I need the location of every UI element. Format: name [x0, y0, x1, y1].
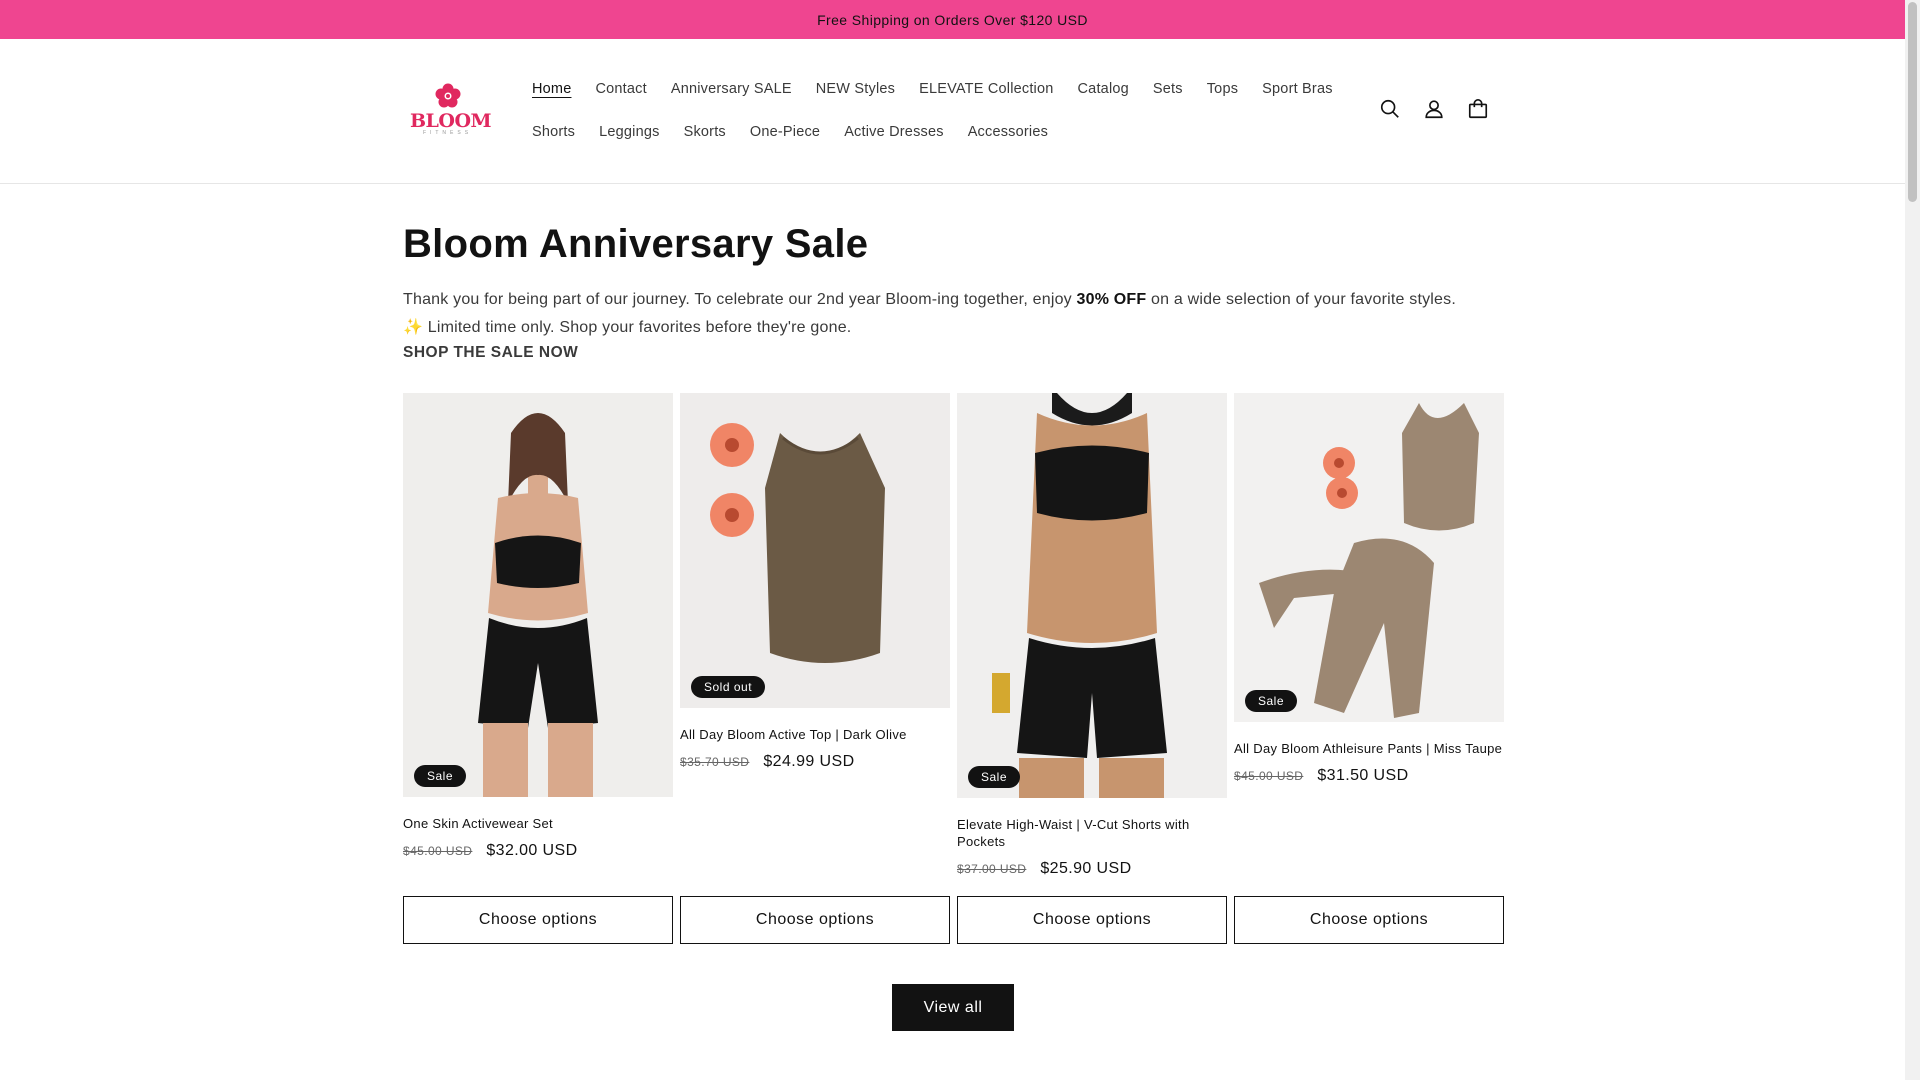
original-price: $35.70 USD — [680, 755, 750, 769]
nav-contact[interactable]: Contact — [583, 81, 658, 97]
nav-leggings[interactable]: Leggings — [587, 124, 671, 140]
product-prices: $35.70 USD $24.99 USD — [680, 753, 950, 771]
sale-price: $25.90 USD — [1040, 860, 1132, 877]
site-header: BLOOM FITNESS Home Contact Anniversary S… — [0, 39, 1905, 184]
choose-options-button[interactable]: Choose options — [1234, 896, 1504, 944]
announcement-bar: Free Shipping on Orders Over $120 USD — [0, 0, 1905, 39]
product-image[interactable]: Sale — [1234, 393, 1504, 722]
logo-text: BLOOM — [410, 110, 492, 132]
product-prices: $45.00 USD $31.50 USD — [1234, 767, 1504, 785]
nav-skorts[interactable]: Skorts — [672, 124, 738, 140]
product-name[interactable]: One Skin Activewear Set — [403, 815, 673, 832]
product-name[interactable]: Elevate High-Waist | V-Cut Shorts with P… — [957, 816, 1227, 850]
original-price: $37.00 USD — [957, 862, 1027, 876]
nav-tops[interactable]: Tops — [1195, 81, 1250, 97]
product-photo-model-black-set — [403, 393, 673, 797]
nav-shorts[interactable]: Shorts — [520, 124, 587, 140]
sale-badge: Sale — [414, 765, 467, 787]
sold-out-badge: Sold out — [691, 676, 766, 698]
nav-active-dresses[interactable]: Active Dresses — [832, 124, 956, 140]
product-photo-taupe-pants-set — [1234, 393, 1504, 722]
scrollbar-thumb[interactable] — [1908, 2, 1917, 202]
nav-elevate-collection[interactable]: ELEVATE Collection — [907, 81, 1065, 97]
nav-anniversary-sale[interactable]: Anniversary SALE — [659, 81, 804, 97]
search-icon[interactable] — [1378, 97, 1402, 121]
product-card[interactable]: Sold out All Day Bloom Active Top | Dark… — [680, 393, 950, 771]
product-photo-model-shorts — [957, 393, 1227, 798]
product-prices: $37.00 USD $25.90 USD — [957, 860, 1227, 878]
choose-options-button[interactable]: Choose options — [680, 896, 950, 944]
flower-logo-icon — [435, 83, 461, 108]
header-icons — [1378, 97, 1490, 121]
shop-now-heading: SHOP THE SALE NOW — [403, 344, 579, 361]
sale-description: Thank you for being part of our journey.… — [403, 286, 1456, 342]
account-icon[interactable] — [1422, 97, 1446, 121]
product-name[interactable]: All Day Bloom Active Top | Dark Olive — [680, 726, 950, 743]
announcement-text: Free Shipping on Orders Over $120 USD — [817, 11, 1088, 28]
product-photo-olive-top — [680, 393, 950, 708]
product-card[interactable]: Sale All Day Bloom Athleisure Pants | Mi… — [1234, 393, 1504, 785]
sale-price: $31.50 USD — [1317, 767, 1409, 784]
product-image[interactable]: Sold out — [680, 393, 950, 708]
sale-badge: Sale — [968, 766, 1021, 788]
sale-price: $24.99 USD — [763, 753, 855, 770]
description-line-2: ✨ Limited time only. Shop your favorites… — [403, 319, 852, 336]
main-nav-row-2: Shorts Leggings Skorts One-Piece Active … — [520, 124, 1340, 140]
main-nav-row-1: Home Contact Anniversary SALE NEW Styles… — [520, 81, 1340, 97]
product-image[interactable]: Sale — [403, 393, 673, 797]
nav-new-styles[interactable]: NEW Styles — [804, 81, 907, 97]
choose-options-button[interactable]: Choose options — [957, 896, 1227, 944]
product-image[interactable]: Sale — [957, 393, 1227, 798]
product-prices: $45.00 USD $32.00 USD — [403, 842, 673, 860]
product-card[interactable]: Sale One Skin Activewear Set $45.00 USD … — [403, 393, 673, 860]
nav-accessories[interactable]: Accessories — [956, 124, 1060, 140]
nav-home[interactable]: Home — [520, 81, 583, 97]
product-name[interactable]: All Day Bloom Athleisure Pants | Miss Ta… — [1234, 740, 1504, 757]
original-price: $45.00 USD — [403, 844, 473, 858]
cart-icon[interactable] — [1466, 97, 1490, 121]
product-card[interactable]: Sale Elevate High-Waist | V-Cut Shorts w… — [957, 393, 1227, 878]
logo-subtext: FITNESS — [422, 130, 473, 136]
logo[interactable]: BLOOM FITNESS — [410, 82, 492, 142]
nav-sets[interactable]: Sets — [1141, 81, 1195, 97]
original-price: $45.00 USD — [1234, 769, 1304, 783]
nav-sport-bras[interactable]: Sport Bras — [1250, 81, 1345, 97]
view-all-button[interactable]: View all — [892, 984, 1014, 1031]
sale-price: $32.00 USD — [486, 842, 578, 859]
sale-badge: Sale — [1245, 690, 1298, 712]
choose-options-button[interactable]: Choose options — [403, 896, 673, 944]
nav-catalog[interactable]: Catalog — [1066, 81, 1141, 97]
page-title: Bloom Anniversary Sale — [403, 222, 869, 266]
description-line-1: Thank you for being part of our journey.… — [403, 291, 1456, 308]
scrollbar[interactable] — [1905, 0, 1920, 1080]
discount-highlight: 30% OFF — [1076, 291, 1147, 308]
nav-one-piece[interactable]: One-Piece — [738, 124, 832, 140]
